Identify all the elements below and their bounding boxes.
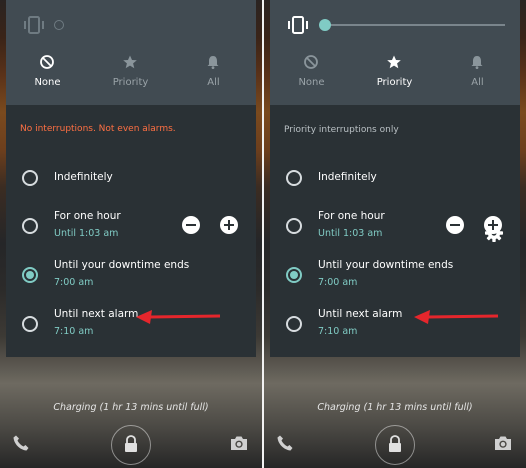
radio-indefinitely[interactable] bbox=[22, 170, 38, 186]
option-downtime-title: Until your downtime ends bbox=[318, 259, 454, 271]
option-one-hour-subtitle: Until 1:03 am bbox=[318, 228, 383, 239]
status-message: No interruptions. Not even alarms. bbox=[20, 124, 176, 134]
decrease-duration-button[interactable] bbox=[182, 216, 200, 234]
block-icon bbox=[304, 55, 318, 69]
mode-none-label: None bbox=[298, 77, 325, 88]
mode-all-label: All bbox=[207, 77, 220, 88]
mode-priority-label: Priority bbox=[376, 77, 413, 88]
red-arrow-annotation bbox=[414, 310, 499, 324]
increase-duration-button[interactable] bbox=[220, 216, 238, 234]
option-downtime[interactable]: Until your downtime ends 7:00 am bbox=[270, 255, 520, 295]
option-next-alarm-subtitle: 7:10 am bbox=[54, 326, 94, 337]
right-screen: None Priority All Priority interruptions… bbox=[264, 0, 526, 468]
option-one-hour-title: For one hour bbox=[54, 210, 121, 222]
block-icon bbox=[40, 55, 54, 69]
decrease-duration-button[interactable] bbox=[446, 216, 464, 234]
option-indefinitely-title: Indefinitely bbox=[54, 171, 113, 183]
star-icon bbox=[387, 55, 401, 69]
interruptions-header-panel: None Priority All bbox=[6, 0, 256, 105]
radio-indefinitely[interactable] bbox=[286, 170, 302, 186]
bell-icon bbox=[207, 56, 219, 69]
mode-all-label: All bbox=[471, 77, 484, 88]
option-downtime[interactable]: Until your downtime ends 7:00 am bbox=[6, 255, 256, 295]
option-downtime-subtitle: 7:00 am bbox=[318, 277, 358, 288]
radio-one-hour[interactable] bbox=[286, 218, 302, 234]
mode-none-button[interactable]: None bbox=[270, 50, 353, 94]
camera-icon[interactable] bbox=[493, 434, 513, 452]
option-indefinitely[interactable]: Indefinitely bbox=[270, 161, 520, 201]
vibrate-icon[interactable] bbox=[286, 16, 310, 34]
option-next-alarm-title: Until next alarm bbox=[54, 308, 139, 320]
mode-priority-button[interactable]: Priority bbox=[353, 50, 436, 94]
option-one-hour-title: For one hour bbox=[318, 210, 385, 222]
status-message: Priority interruptions only bbox=[284, 125, 399, 135]
unlock-button[interactable] bbox=[111, 425, 151, 465]
radio-downtime-selected[interactable] bbox=[22, 267, 38, 283]
interruptions-header-panel: None Priority All bbox=[270, 0, 520, 105]
lock-icon bbox=[125, 435, 137, 452]
option-next-alarm-subtitle: 7:10 am bbox=[318, 326, 358, 337]
volume-slider-thumb[interactable] bbox=[319, 19, 331, 31]
option-downtime-subtitle: 7:00 am bbox=[54, 277, 94, 288]
camera-icon[interactable] bbox=[229, 434, 249, 452]
mode-all-button[interactable]: All bbox=[436, 50, 519, 94]
option-one-hour[interactable]: For one hour Until 1:03 am bbox=[6, 205, 256, 245]
bell-icon bbox=[471, 56, 483, 69]
increase-duration-button[interactable] bbox=[484, 216, 502, 234]
radio-one-hour[interactable] bbox=[22, 218, 38, 234]
charging-status: Charging (1 hr 13 mins until full) bbox=[317, 402, 473, 413]
volume-slider-off[interactable] bbox=[54, 20, 64, 30]
radio-downtime-selected[interactable] bbox=[286, 267, 302, 283]
left-screen: None Priority All No interruptions. Not … bbox=[0, 0, 262, 468]
option-next-alarm-title: Until next alarm bbox=[318, 308, 403, 320]
radio-next-alarm[interactable] bbox=[22, 316, 38, 332]
lock-icon bbox=[389, 435, 401, 452]
mode-priority-button[interactable]: Priority bbox=[89, 50, 172, 94]
vibrate-icon[interactable] bbox=[22, 16, 46, 34]
radio-next-alarm[interactable] bbox=[286, 316, 302, 332]
charging-status: Charging (1 hr 13 mins until full) bbox=[53, 402, 209, 413]
mode-priority-label: Priority bbox=[112, 77, 149, 88]
option-one-hour[interactable]: For one hour Until 1:03 am bbox=[270, 205, 520, 245]
mode-none-label: None bbox=[34, 77, 61, 88]
unlock-button[interactable] bbox=[375, 425, 415, 465]
phone-icon[interactable] bbox=[276, 434, 294, 452]
option-indefinitely[interactable]: Indefinitely bbox=[6, 161, 256, 201]
mode-none-button[interactable]: None bbox=[6, 50, 89, 94]
option-indefinitely-title: Indefinitely bbox=[318, 171, 377, 183]
mode-all-button[interactable]: All bbox=[172, 50, 255, 94]
option-one-hour-subtitle: Until 1:03 am bbox=[54, 228, 119, 239]
red-arrow-annotation bbox=[136, 310, 221, 324]
option-downtime-title: Until your downtime ends bbox=[54, 259, 190, 271]
phone-icon[interactable] bbox=[12, 434, 30, 452]
volume-slider-track[interactable] bbox=[329, 24, 505, 26]
star-icon bbox=[123, 55, 137, 69]
